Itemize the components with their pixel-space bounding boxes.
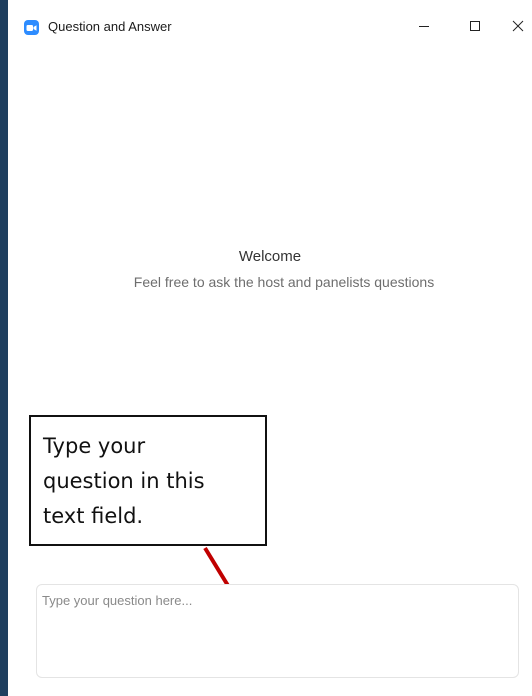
callout-line: text field. [43,504,144,528]
instruction-callout: Type your question in this text field. [29,415,267,546]
close-icon [512,20,524,32]
zoom-camera-icon [24,20,39,35]
close-button[interactable] [498,8,532,44]
callout-line: Type your [43,434,146,458]
welcome-title: Welcome [238,248,302,265]
question-input-box[interactable] [36,584,519,678]
title-bar[interactable]: Question and Answer [8,0,532,52]
question-input[interactable] [42,593,513,669]
maximize-button[interactable] [455,8,495,44]
window-left-edge [0,0,8,696]
maximize-icon [470,21,480,31]
minimize-icon [419,26,429,27]
window-title: Question and Answer [48,19,172,34]
minimize-button[interactable] [404,8,444,44]
callout-line: question in this [43,469,205,493]
welcome-subtitle: Feel free to ask the host and panelists … [133,274,435,290]
qa-window: Question and Answer Welcome Feel free to… [0,0,532,696]
